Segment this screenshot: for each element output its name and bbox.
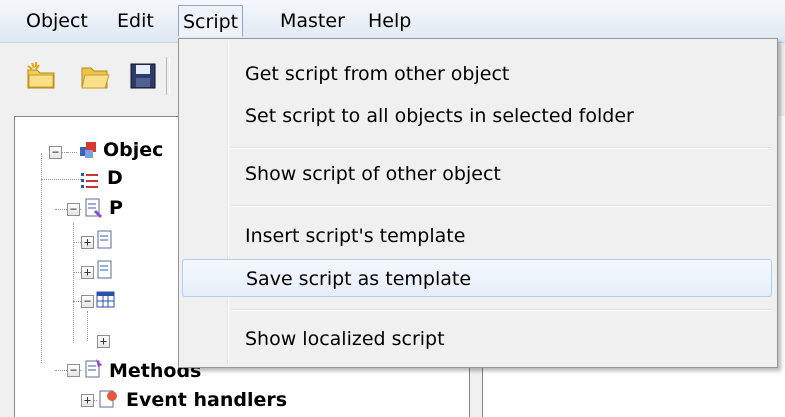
menu-item-set-script-to-all-objects[interactable]: Set script to all objects in selected fo… — [182, 97, 772, 135]
new-folder-icon[interactable] — [26, 61, 56, 91]
menu-item-label: Show localized script — [245, 328, 445, 350]
menu-separator — [231, 147, 771, 149]
menu-item-get-script-from-other-object[interactable]: Get script from other object — [182, 55, 772, 93]
property-item-icon — [97, 260, 112, 279]
menu-item-label: Show script of other object — [245, 163, 501, 185]
tree-expander-table[interactable]: − — [81, 295, 94, 308]
menu-bar: Object Edit Script Master Help — [0, 0, 785, 43]
tree-node-d-label[interactable]: D — [107, 167, 123, 189]
menu-item-show-localized-script[interactable]: Show localized script — [182, 320, 772, 358]
table-icon — [96, 291, 115, 308]
property-item-icon — [97, 230, 112, 249]
tree-expander-item-2[interactable]: + — [81, 266, 94, 279]
menu-item-label: Get script from other object — [245, 63, 510, 85]
tree-expander-objects[interactable]: − — [49, 146, 62, 159]
menu-edit[interactable]: Edit — [113, 5, 158, 37]
tree-node-event-handlers-label[interactable]: Event handlers — [126, 389, 287, 411]
menu-item-show-script-of-other-object[interactable]: Show script of other object — [182, 155, 772, 193]
menu-item-label: Insert script's template — [245, 225, 466, 247]
tree-expander-event-handlers[interactable]: + — [81, 394, 94, 407]
toolbar-separator — [166, 57, 170, 95]
object-cubes-icon — [80, 142, 96, 158]
menu-help[interactable]: Help — [364, 5, 415, 37]
menu-separator — [231, 309, 771, 311]
event-handlers-icon — [99, 390, 117, 408]
menu-item-label: Save script as template — [246, 268, 472, 290]
menu-script[interactable]: Script — [178, 5, 244, 37]
menu-item-label: Set script to all objects in selected fo… — [245, 105, 634, 127]
tree-expander-item-1[interactable]: + — [81, 236, 94, 249]
tree-expander-properties[interactable]: − — [67, 203, 80, 216]
list-icon — [81, 173, 98, 188]
menu-separator — [231, 205, 771, 207]
menu-item-save-script-as-template[interactable]: Save script as template — [182, 259, 772, 297]
tree-node-p-label[interactable]: P — [109, 197, 123, 219]
tree-node-objects-label[interactable]: Objec — [103, 139, 163, 161]
tree-expander-methods[interactable]: − — [67, 364, 80, 377]
save-icon[interactable] — [128, 61, 158, 91]
menu-object[interactable]: Object — [22, 5, 92, 37]
methods-icon — [85, 359, 102, 378]
open-folder-icon[interactable] — [80, 61, 110, 91]
menu-item-insert-script-template[interactable]: Insert script's template — [182, 217, 772, 255]
menu-master[interactable]: Master — [276, 5, 349, 37]
tree-expander-sub[interactable]: + — [97, 335, 110, 348]
script-menu-dropdown: Get script from other object Set script … — [178, 38, 778, 368]
properties-icon — [85, 198, 103, 219]
